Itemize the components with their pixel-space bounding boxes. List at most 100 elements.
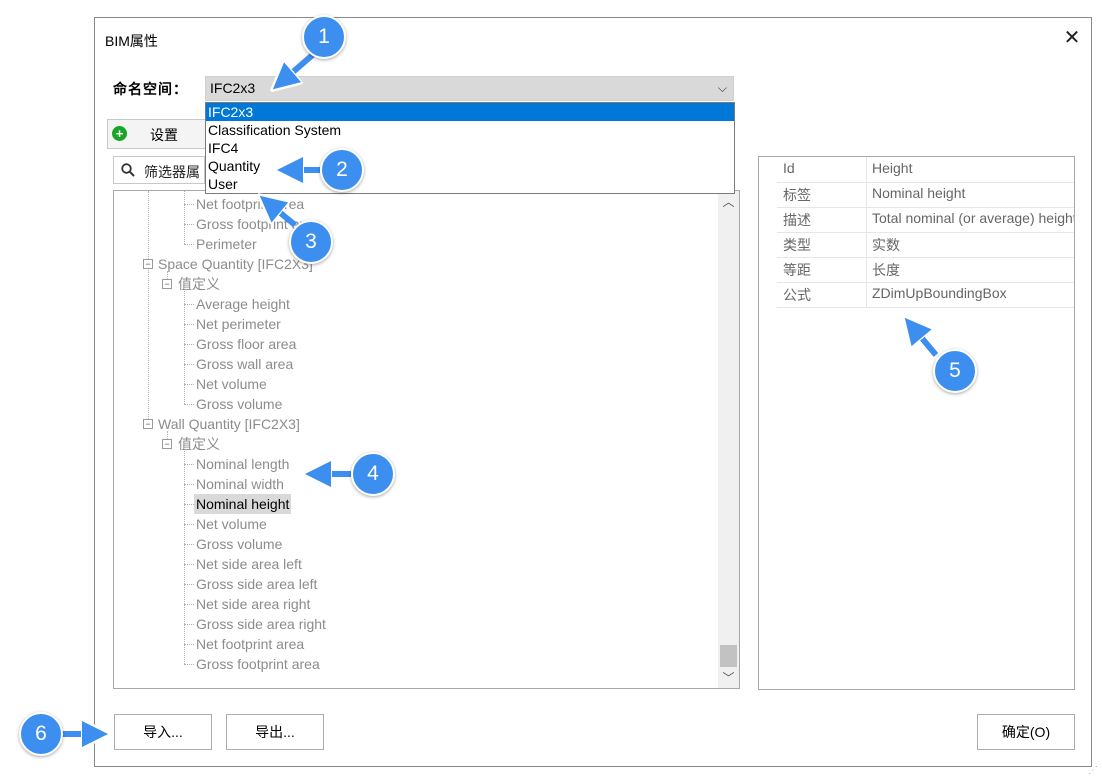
scroll-thumb[interactable]: [720, 645, 737, 667]
settings-label: 设置: [150, 127, 178, 143]
scroll-up-icon[interactable]: ︿: [718, 193, 739, 210]
search-icon: [121, 163, 135, 177]
import-button[interactable]: 导入...: [114, 714, 212, 750]
tree-branch: [184, 304, 194, 305]
ok-button[interactable]: 确定(O): [977, 714, 1075, 750]
tree-group-wall-quantity[interactable]: Wall Quantity [IFC2X3]: [158, 414, 300, 434]
tree-branch: [184, 624, 194, 625]
callout-badge-3: 3: [289, 220, 333, 264]
column-divider: [866, 257, 867, 282]
settings-button[interactable]: + 设置: [107, 119, 207, 149]
property-key: 等距: [783, 262, 811, 278]
tree-branch: [184, 664, 194, 665]
tree-item[interactable]: Gross side area left: [196, 574, 317, 594]
tree-item[interactable]: Nominal width: [196, 474, 284, 494]
column-divider: [866, 182, 867, 207]
namespace-select[interactable]: IFC2x3 ⌵: [205, 76, 734, 101]
tree-branch: [184, 644, 194, 645]
tree-branch: [184, 404, 194, 405]
tree-item[interactable]: Net perimeter: [196, 314, 281, 334]
callout-badge-6: 6: [19, 712, 63, 756]
tree-item[interactable]: Net footprint area: [196, 194, 304, 214]
filter-input[interactable]: 筛选器属: [113, 156, 205, 184]
property-value: Height: [872, 160, 913, 176]
tree-item[interactable]: Net volume: [196, 374, 267, 394]
tree-branch: [184, 484, 194, 485]
column-divider: [866, 282, 867, 307]
collapse-icon[interactable]: −: [143, 259, 153, 269]
column-divider: [866, 157, 867, 182]
close-icon[interactable]: ✕: [1061, 27, 1083, 49]
property-key: 公式: [783, 287, 811, 303]
tree-value-definition[interactable]: 值定义: [178, 434, 220, 454]
tree-scrollbar[interactable]: ︿ ﹀: [718, 191, 739, 688]
tree-branch: [184, 564, 194, 565]
tree-guide-line: [184, 451, 185, 664]
property-row[interactable]: 描述 Total nominal (or average) height: [777, 207, 1075, 233]
property-value: ZDimUpBoundingBox: [872, 285, 1007, 301]
callout-badge-2: 2: [320, 148, 364, 192]
property-key: 标签: [783, 187, 811, 203]
tree-guide-line: [148, 191, 149, 423]
tree-item[interactable]: Gross volume: [196, 534, 282, 554]
namespace-option-ifc2x3[interactable]: IFC2x3: [206, 103, 734, 121]
property-value: 长度: [872, 262, 900, 278]
tree-branch: [184, 504, 194, 505]
tree-branch: [184, 604, 194, 605]
tree-item[interactable]: Average height: [196, 294, 290, 314]
tree-branch: [184, 524, 194, 525]
property-row[interactable]: 公式 ZDimUpBoundingBox: [777, 282, 1074, 308]
callout-badge-5: 5: [933, 349, 977, 393]
namespace-dropdown-list: IFC2x3 Classification System IFC4 Quanti…: [205, 102, 735, 194]
chevron-down-icon: ⌵: [717, 81, 727, 95]
namespace-selected-value: IFC2x3: [210, 80, 256, 96]
property-key: 描述: [783, 212, 811, 228]
tree-item[interactable]: Gross footprint area: [196, 654, 320, 674]
property-row[interactable]: 等距 长度: [777, 257, 1074, 283]
column-divider: [866, 232, 867, 257]
collapse-icon[interactable]: −: [162, 439, 172, 449]
tree-item[interactable]: Gross side area right: [196, 614, 326, 634]
tree-branch: [184, 324, 194, 325]
scroll-down-icon[interactable]: ﹀: [718, 669, 739, 686]
tree-branch: [184, 464, 194, 465]
properties-panel: Id Height 标签 Nominal height 描述 Total nom…: [758, 156, 1075, 690]
tree-item[interactable]: Nominal length: [196, 454, 289, 474]
resize-grip-icon[interactable]: ⋰: [1088, 765, 1098, 776]
export-button[interactable]: 导出...: [226, 714, 324, 750]
tree-value-definition[interactable]: 值定义: [178, 274, 220, 294]
tree-item[interactable]: Gross wall area: [196, 354, 293, 374]
tree-guide-line: [184, 291, 185, 404]
filter-placeholder: 筛选器属: [144, 164, 200, 180]
property-value: Total nominal (or average) height: [872, 210, 1075, 226]
collapse-icon[interactable]: −: [162, 279, 172, 289]
tree-branch: [184, 244, 194, 245]
add-icon: +: [112, 126, 127, 141]
tree-item-selected[interactable]: Nominal height: [194, 494, 292, 514]
tree-item[interactable]: Net side area right: [196, 594, 310, 614]
property-tree: − Space Quantity [IFC2X3] − 值定义 − Wall Q…: [113, 190, 740, 689]
namespace-option-classification-system[interactable]: Classification System: [206, 121, 734, 139]
tree-branch: [184, 224, 194, 225]
property-value: 实数: [872, 237, 900, 253]
tree-item[interactable]: Net volume: [196, 514, 267, 534]
property-row[interactable]: Id Height: [777, 157, 1074, 183]
tree-group-space-quantity[interactable]: Space Quantity [IFC2X3]: [158, 254, 313, 274]
tree-branch: [184, 344, 194, 345]
tree-item[interactable]: Perimeter: [196, 234, 257, 254]
tree-item[interactable]: Net side area left: [196, 554, 302, 574]
property-row[interactable]: 类型 实数: [777, 232, 1074, 258]
collapse-icon[interactable]: −: [143, 419, 153, 429]
tree-branch: [184, 584, 194, 585]
tree-item[interactable]: Gross floor area: [196, 334, 296, 354]
namespace-option-ifc4[interactable]: IFC4: [206, 139, 734, 157]
callout-badge-4: 4: [351, 452, 395, 496]
tree-branch: [184, 544, 194, 545]
tree-item[interactable]: Net footprint area: [196, 634, 304, 654]
tree-item[interactable]: Gross volume: [196, 394, 282, 414]
property-row[interactable]: 标签 Nominal height: [777, 182, 1074, 208]
tree-branch: [184, 204, 194, 205]
tree-branch: [184, 364, 194, 365]
namespace-option-user[interactable]: User: [206, 175, 734, 193]
namespace-option-quantity[interactable]: Quantity: [206, 157, 734, 175]
